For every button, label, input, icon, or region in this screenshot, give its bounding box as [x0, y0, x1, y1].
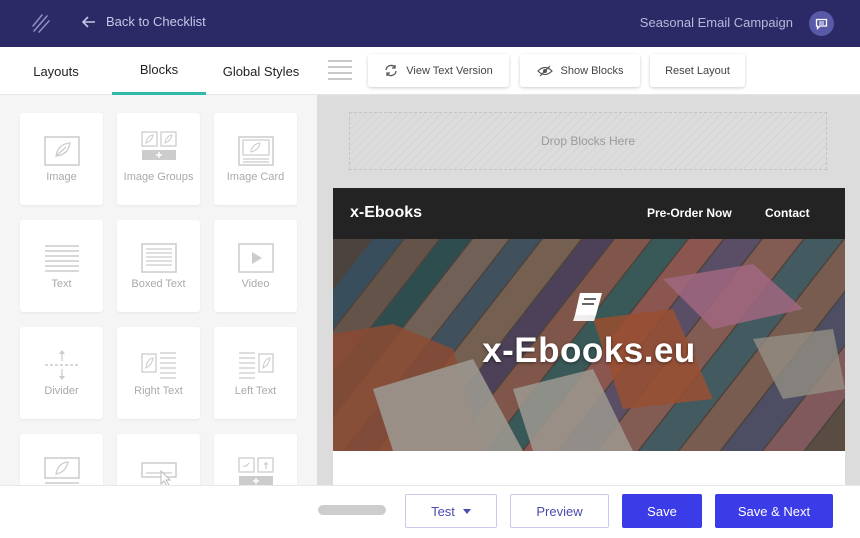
block-label: Divider: [44, 385, 79, 397]
block-label: Image Groups: [123, 171, 194, 183]
block-text[interactable]: Text: [20, 220, 103, 312]
book-icon: [573, 293, 602, 321]
reset-layout-label: Reset Layout: [665, 64, 730, 77]
button-block-icon: [140, 462, 177, 485]
block-image-groups[interactable]: Image Groups: [117, 113, 200, 205]
image-card-icon: [237, 136, 274, 166]
test-label: Test: [431, 503, 455, 519]
nav-link-contact: Contact: [765, 206, 810, 220]
image-caption-icon: [43, 457, 80, 484]
block-image-card[interactable]: Image Card: [214, 113, 297, 205]
block-video[interactable]: Video: [214, 220, 297, 312]
block-label: Image: [46, 171, 77, 183]
test-dropdown-button[interactable]: Test: [405, 494, 497, 528]
block-image-caption[interactable]: [20, 434, 103, 485]
tab-blocks[interactable]: Blocks: [112, 47, 206, 95]
drop-zone[interactable]: Drop Blocks Here: [349, 112, 827, 170]
block-label: Right Text: [134, 385, 183, 397]
text-icon: [44, 245, 79, 272]
left-text-icon: [238, 352, 274, 379]
block-boxed-text[interactable]: Boxed Text: [117, 220, 200, 312]
horizontal-scrollbar[interactable]: [318, 505, 386, 515]
eye-slash-icon: [536, 65, 553, 76]
preview-button[interactable]: Preview: [510, 494, 609, 528]
block-image[interactable]: Image: [20, 113, 103, 205]
video-icon: [237, 243, 274, 273]
chat-button[interactable]: [809, 11, 834, 36]
right-text-icon: [140, 352, 176, 379]
image-groups-icon: [140, 131, 177, 160]
editor-toolbar: Layouts Blocks Global Styles View Text V…: [0, 47, 860, 95]
block-label: Text: [51, 278, 72, 290]
email-header[interactable]: x-Ebooks Pre-Order Now Contact: [333, 188, 845, 239]
caret-down-icon: [462, 508, 471, 514]
blocks-sidebar: Image Image Groups Image Card Text Boxed…: [0, 95, 317, 485]
nav-link-pre-order: Pre-Order Now: [647, 206, 732, 220]
block-label: Video: [241, 278, 270, 290]
block-left-text[interactable]: Left Text: [214, 327, 297, 419]
email-brand: x-Ebooks: [350, 204, 423, 221]
back-to-checklist-link[interactable]: Back to Checklist: [82, 14, 206, 29]
boxed-text-icon: [140, 243, 177, 273]
hero-image[interactable]: x-Ebooks.eu: [333, 239, 845, 451]
back-label: Back to Checklist: [106, 14, 206, 29]
tab-layouts[interactable]: Layouts: [14, 47, 98, 95]
bottom-action-bar: Test Preview Save Save & Next: [0, 485, 860, 538]
refresh-icon: [385, 64, 397, 77]
top-bar: Back to Checklist Seasonal Email Campaig…: [0, 0, 860, 47]
divider-icon: [44, 350, 79, 380]
save-and-next-button[interactable]: Save & Next: [715, 494, 833, 528]
email-body[interactable]: [333, 451, 845, 485]
show-blocks-label: Show Blocks: [560, 64, 624, 77]
view-text-version-button[interactable]: View Text Version: [368, 54, 509, 87]
block-label: Left Text: [234, 385, 277, 397]
show-blocks-button[interactable]: Show Blocks: [520, 54, 640, 87]
menu-icon[interactable]: [328, 60, 352, 80]
block-label: Boxed Text: [131, 278, 186, 290]
email-canvas: Drop Blocks Here x-Ebooks Pre-Order Now …: [317, 95, 860, 485]
save-button[interactable]: Save: [622, 494, 702, 528]
tab-global-styles[interactable]: Global Styles: [216, 47, 306, 95]
block-right-text[interactable]: Right Text: [117, 327, 200, 419]
social-icon: [237, 457, 274, 485]
image-icon: [43, 136, 80, 166]
block-button[interactable]: [117, 434, 200, 485]
logo-icon[interactable]: [30, 12, 52, 34]
block-divider[interactable]: Divider: [20, 327, 103, 419]
campaign-title: Seasonal Email Campaign: [639, 15, 793, 30]
block-social[interactable]: [214, 434, 297, 485]
arrow-left-icon: [82, 15, 95, 28]
reset-layout-button[interactable]: Reset Layout: [650, 54, 745, 87]
chat-icon: [815, 18, 828, 30]
hero-title: x-Ebooks.eu: [482, 331, 696, 370]
view-text-version-label: View Text Version: [406, 64, 493, 77]
block-label: Image Card: [226, 171, 285, 183]
